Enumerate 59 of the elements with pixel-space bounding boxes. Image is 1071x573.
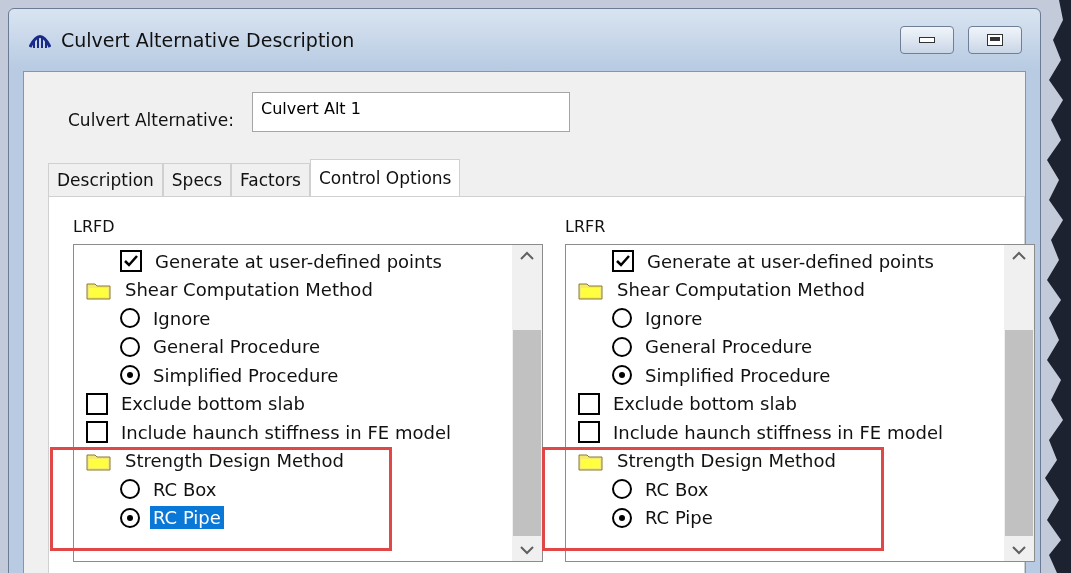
radio-button[interactable] <box>120 336 140 357</box>
checkbox[interactable] <box>86 421 108 444</box>
restore-button[interactable] <box>968 26 1022 54</box>
field-label: Culvert Alternative: <box>68 110 234 132</box>
scroll-up-icon[interactable] <box>1012 251 1026 260</box>
radio-button[interactable] <box>612 336 632 357</box>
radio-button[interactable] <box>612 308 632 329</box>
scrollbar[interactable] <box>512 245 542 561</box>
tree-item-label[interactable]: Ignore <box>642 306 706 330</box>
checkbox[interactable] <box>578 421 600 444</box>
minimize-button[interactable] <box>900 26 954 54</box>
tab[interactable]: Factors <box>231 163 310 196</box>
scroll-up-icon[interactable] <box>520 251 534 260</box>
tree-item-label[interactable]: Exclude bottom slab <box>610 392 800 416</box>
scrollbar[interactable] <box>1004 245 1034 561</box>
scrollbar-thumb[interactable] <box>513 330 541 536</box>
tree-item-label[interactable]: RC Box <box>150 477 220 501</box>
scroll-down-icon[interactable] <box>1012 546 1026 555</box>
scrollbar-thumb[interactable] <box>1005 330 1033 536</box>
tree-item-label[interactable]: RC Pipe <box>150 506 224 530</box>
tree-item-label[interactable]: Strength Design Method <box>122 449 347 473</box>
tab[interactable]: Specs <box>162 163 232 196</box>
group-title: LRFR <box>565 217 607 236</box>
tree-item-label[interactable]: Strength Design Method <box>614 449 839 473</box>
scroll-down-icon[interactable] <box>520 546 534 555</box>
radio-button[interactable] <box>120 507 140 528</box>
checkbox[interactable] <box>86 392 108 415</box>
input-field[interactable]: Culvert Alt 1 <box>251 92 570 132</box>
tree-item-label[interactable]: Shear Computation Method <box>122 278 376 302</box>
tree-item-label[interactable]: General Procedure <box>150 335 324 359</box>
checkbox[interactable] <box>120 250 142 273</box>
tree-item-label[interactable]: Include haunch stiffness in FE model <box>118 420 454 444</box>
checkbox[interactable] <box>612 250 634 273</box>
radio-button[interactable] <box>120 365 140 386</box>
tree-item-label[interactable]: General Procedure <box>642 335 816 359</box>
tree-item-label[interactable]: Shear Computation Method <box>614 278 868 302</box>
tab[interactable]: Description <box>48 163 163 196</box>
tree-item-label[interactable]: Simplified Procedure <box>642 363 834 387</box>
tree-item-label[interactable]: Include haunch stiffness in FE model <box>610 420 946 444</box>
radio-button[interactable] <box>612 479 632 500</box>
checkmark-icon <box>124 255 138 268</box>
tree-item-label[interactable]: RC Pipe <box>642 506 716 530</box>
radio-button[interactable] <box>612 507 632 528</box>
checkmark-icon <box>616 255 630 268</box>
group-title: LRFD <box>73 217 116 236</box>
tree-item-label[interactable]: Generate at user-defined points <box>152 249 445 273</box>
tree-item-label[interactable]: RC Box <box>642 477 712 501</box>
window-title: Culvert Alternative Description <box>61 29 355 51</box>
tree-item-label[interactable]: Simplified Procedure <box>150 363 342 387</box>
minimize-icon <box>919 37 935 43</box>
checkbox[interactable] <box>578 392 600 415</box>
radio-button[interactable] <box>612 365 632 386</box>
radio-button[interactable] <box>120 479 140 500</box>
tab[interactable]: Control Options <box>310 159 461 196</box>
tree-item-label[interactable]: Exclude bottom slab <box>118 392 308 416</box>
restore-icon <box>987 34 1003 46</box>
tree-item-label[interactable]: Generate at user-defined points <box>644 249 937 273</box>
tree-item-label[interactable]: Ignore <box>150 306 214 330</box>
radio-button[interactable] <box>120 308 140 329</box>
